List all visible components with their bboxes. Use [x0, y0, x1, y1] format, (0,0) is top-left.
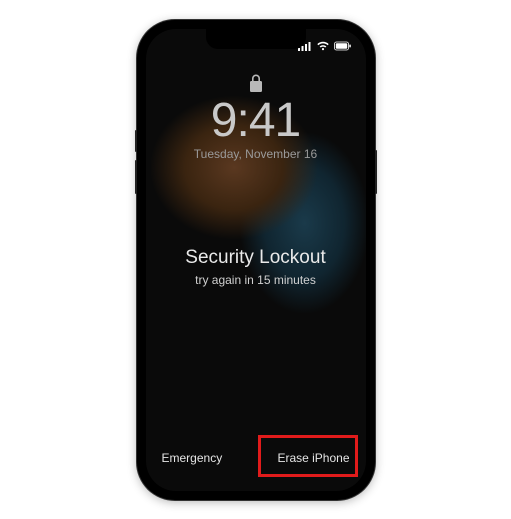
battery-icon — [334, 41, 352, 51]
lock-icon — [248, 73, 264, 93]
lock-screen-time: 9:41 — [146, 97, 366, 145]
clock-area: 9:41 Tuesday, November 16 — [146, 97, 366, 161]
erase-iphone-button[interactable]: Erase iPhone — [277, 451, 349, 465]
lockout-subtitle: try again in 15 minutes — [158, 273, 354, 287]
phone-screen: 9:41 Tuesday, November 16 Security Locko… — [146, 29, 366, 491]
power-button — [375, 150, 377, 194]
emergency-button[interactable]: Emergency — [162, 451, 223, 465]
iphone-device-frame: 9:41 Tuesday, November 16 Security Locko… — [137, 20, 375, 500]
volume-button — [135, 130, 137, 152]
bottom-actions: Emergency Erase iPhone — [146, 451, 366, 491]
lock-screen-date: Tuesday, November 16 — [146, 147, 366, 161]
wifi-icon — [316, 41, 330, 51]
lockout-message: Security Lockout try again in 15 minutes — [146, 247, 366, 287]
display-notch — [206, 29, 306, 49]
lockout-title: Security Lockout — [158, 247, 354, 269]
volume-button — [135, 160, 137, 194]
